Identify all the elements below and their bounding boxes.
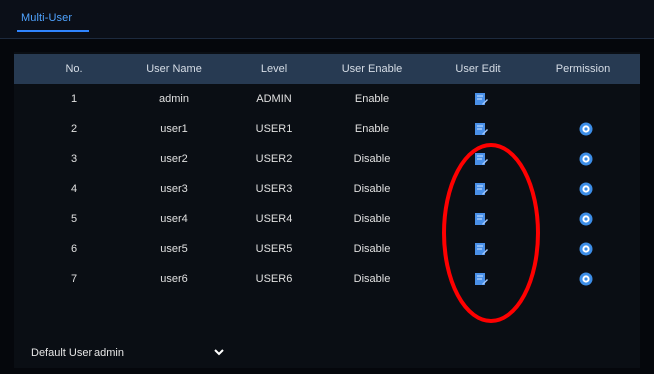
gear-icon[interactable] [579,152,593,166]
row-user-enable: Enable [354,123,390,135]
chevron-down-icon [214,349,224,356]
row-user-enable: Enable [354,93,390,105]
gear-icon[interactable] [579,122,593,136]
tab-bar: Multi-User [0,0,654,39]
highlight-ellipse [442,143,540,323]
gear-icon[interactable] [579,182,593,196]
edit-icon[interactable] [474,122,488,136]
row-user-enable: Disable [353,153,391,165]
gear-icon[interactable] [579,272,593,286]
column-user-edit: User Edit [455,63,501,75]
default-user-label: Default User [31,347,93,359]
default-user-select[interactable]: admin [94,343,234,363]
row-user-enable: Disable [353,273,391,285]
row-user-enable: Disable [353,243,391,255]
gear-icon[interactable] [579,212,593,226]
default-user-value: admin [94,347,124,359]
column-permission: Permission [555,63,611,75]
row-user-enable: Disable [353,213,391,225]
edit-icon[interactable] [474,92,488,106]
row-user-enable: Disable [353,183,391,195]
column-user-enable: User Enable [341,63,403,75]
tab-active-indicator [17,30,89,32]
tab-multi-user[interactable]: Multi-User [21,12,72,24]
gear-icon[interactable] [579,242,593,256]
